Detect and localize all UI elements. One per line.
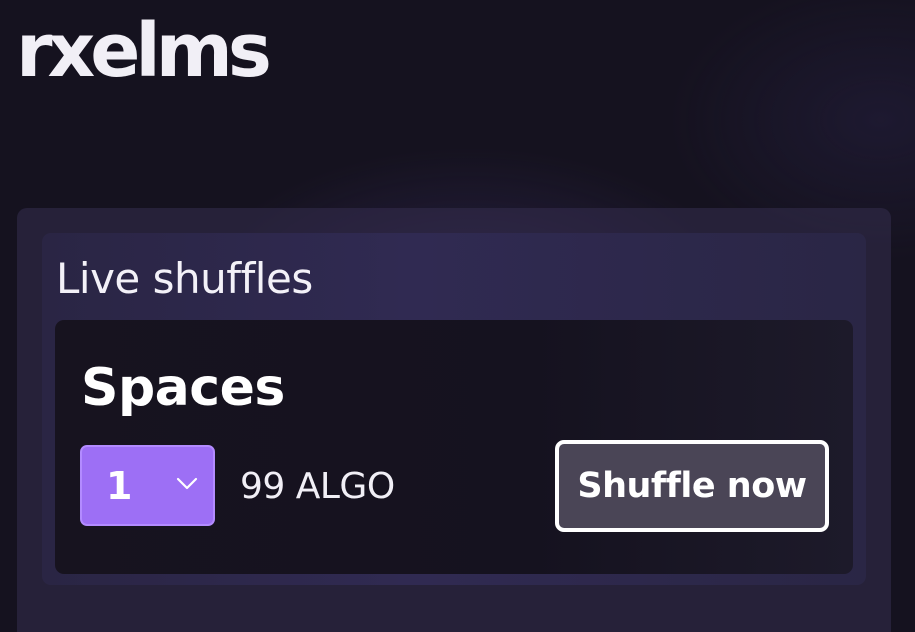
quantity-value: 1	[106, 464, 133, 508]
section-title: Live shuffles	[56, 254, 313, 303]
shuffle-now-button[interactable]: Shuffle now	[555, 440, 829, 532]
brand-logo[interactable]: rxelms	[16, 6, 272, 96]
shuffle-card-title: Spaces	[81, 358, 285, 418]
quantity-select[interactable]: 1	[80, 445, 215, 526]
chevron-down-icon	[176, 477, 198, 490]
price-label: 99 ALGO	[240, 466, 395, 507]
